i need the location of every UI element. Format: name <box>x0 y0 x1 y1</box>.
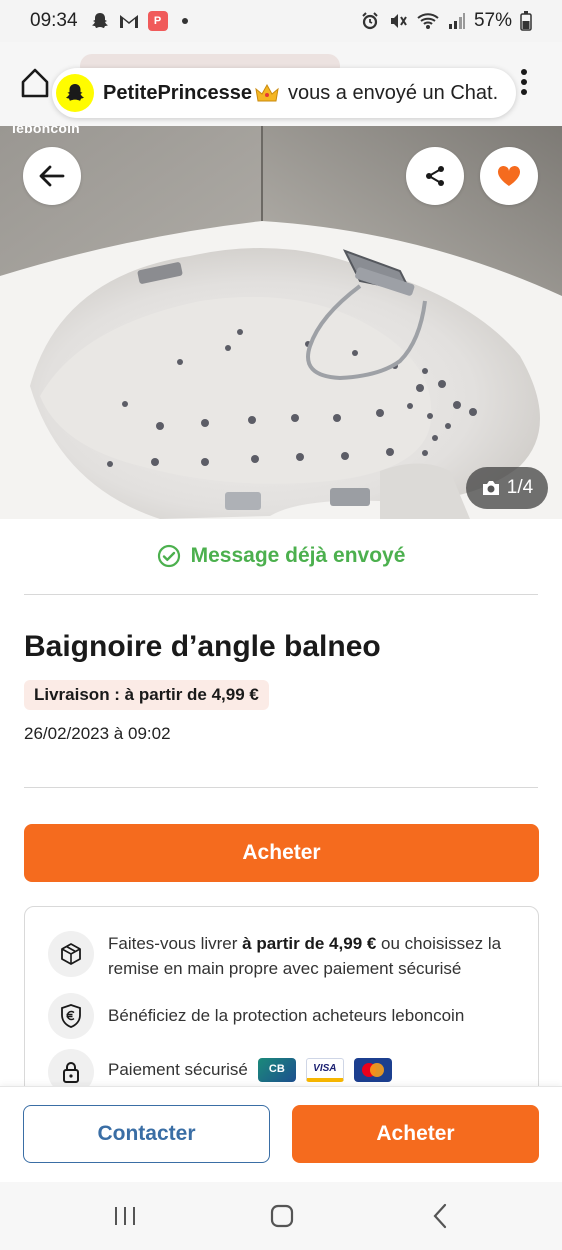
mastercard-logo <box>353 1057 392 1082</box>
euro-shield-icon <box>48 993 94 1039</box>
protection-info-row: Bénéficiez de la protection acheteurs le… <box>48 993 464 1039</box>
contact-button[interactable]: Contacter <box>23 1105 270 1163</box>
listing-photo[interactable]: leboncoin 1/4 <box>0 126 562 519</box>
heart-icon <box>497 165 521 186</box>
status-bar: 09:34 P 57% <box>0 0 562 42</box>
delivery-badge: Livraison : à partir de 4,99 € <box>24 680 269 710</box>
delivery-info-text: Faites-vous livrer à partir de 4,99 € ou… <box>108 934 502 978</box>
notification-sender: PetitePrincesse <box>103 81 252 104</box>
signal-icon <box>448 12 466 30</box>
protection-info-text: Bénéficiez de la protection acheteurs le… <box>108 1006 465 1025</box>
message-sent-status: Message déjà envoyé <box>0 534 562 578</box>
wifi-icon <box>416 11 440 31</box>
gmail-icon <box>118 12 140 30</box>
top-navigation-bar: PetitePrincesse vous a envoyé un Chat. <box>0 42 562 126</box>
listing-date: 26/02/2023 à 09:02 <box>24 724 171 743</box>
delivery-price: à partir de 4,99 € <box>242 934 377 953</box>
snapchat-notification-banner[interactable]: PetitePrincesse vous a envoyé un Chat. <box>52 68 516 118</box>
camera-icon <box>482 481 499 495</box>
home-icon[interactable] <box>20 66 50 100</box>
leboncoin-watermark: leboncoin <box>12 126 80 136</box>
system-navigation-bar <box>0 1182 562 1250</box>
back-nav-icon[interactable] <box>420 1198 460 1234</box>
listing-title: Baignoire d’angle balneo <box>24 630 381 663</box>
battery-icon <box>520 11 532 31</box>
home-nav-icon[interactable] <box>262 1198 302 1234</box>
visa-card-logo: VISA <box>305 1057 344 1082</box>
crown-emoji-icon <box>254 83 280 103</box>
share-icon <box>426 166 444 186</box>
check-circle-icon <box>157 544 180 568</box>
bottom-action-bar: Contacter Acheter <box>0 1086 562 1182</box>
snapchat-ghost-icon <box>90 11 110 31</box>
more-notifications-dot <box>181 18 188 24</box>
photo-counter[interactable]: 1/4 <box>466 467 548 509</box>
package-icon <box>48 931 94 977</box>
payment-info: Paiement sécurisé CB VISA <box>108 1057 392 1082</box>
cb-card-logo: CB <box>257 1057 296 1082</box>
back-arrow-icon <box>39 165 65 187</box>
divider <box>24 594 538 595</box>
photo-counter-text: 1/4 <box>506 477 534 498</box>
delivery-info-row: Faites-vous livrer à partir de 4,99 € ou… <box>48 931 528 981</box>
payment-info-text: Paiement sécurisé <box>108 1060 248 1079</box>
buy-button[interactable]: Acheter <box>24 824 539 882</box>
purchase-info-card: Faites-vous livrer à partir de 4,99 € ou… <box>24 906 539 1106</box>
recent-apps-icon[interactable] <box>105 1198 145 1234</box>
snapchat-ghost-icon <box>56 74 94 112</box>
kebab-menu-icon[interactable] <box>520 68 528 96</box>
mute-icon <box>388 11 408 31</box>
battery-percentage: 57% <box>473 10 512 31</box>
favorite-button[interactable] <box>480 147 538 205</box>
bathtub-photo <box>0 126 562 519</box>
buy-button-bottom[interactable]: Acheter <box>292 1105 539 1163</box>
alarm-icon <box>360 11 380 31</box>
share-button[interactable] <box>406 147 464 205</box>
back-button[interactable] <box>23 147 81 205</box>
status-time: 09:34 <box>30 10 78 31</box>
message-sent-label: Message déjà envoyé <box>190 544 406 567</box>
divider <box>24 787 538 788</box>
notification-message: vous a envoyé un Chat. <box>287 81 499 104</box>
app-notification-badge: P <box>147 11 168 31</box>
